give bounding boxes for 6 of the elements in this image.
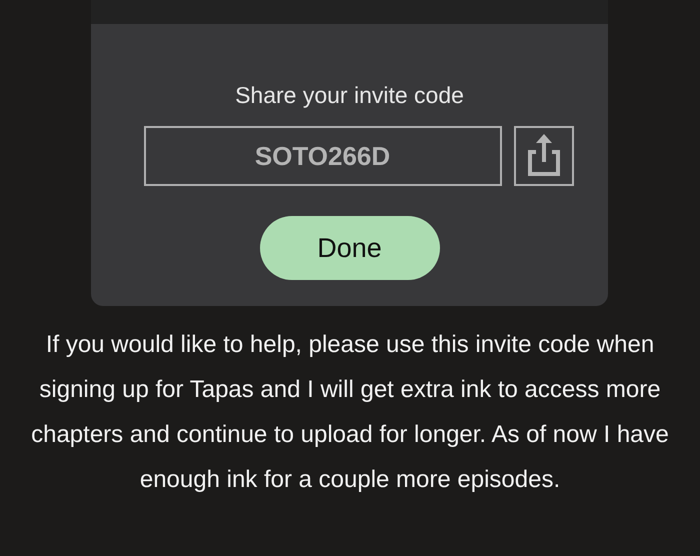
share-button[interactable] <box>514 126 574 186</box>
dialog-title: Share your invite code <box>235 81 464 110</box>
invite-code-field[interactable]: SOTO266D <box>144 126 502 186</box>
done-button[interactable]: Done <box>260 216 440 280</box>
share-icon <box>526 134 560 178</box>
caption-text: If you would like to help, please use this invite code when signing up for Tapas and I will get extra ink to access more chapters and continue to upload for longer. As of now I have enough ink for a couple more episodes. <box>30 330 670 495</box>
